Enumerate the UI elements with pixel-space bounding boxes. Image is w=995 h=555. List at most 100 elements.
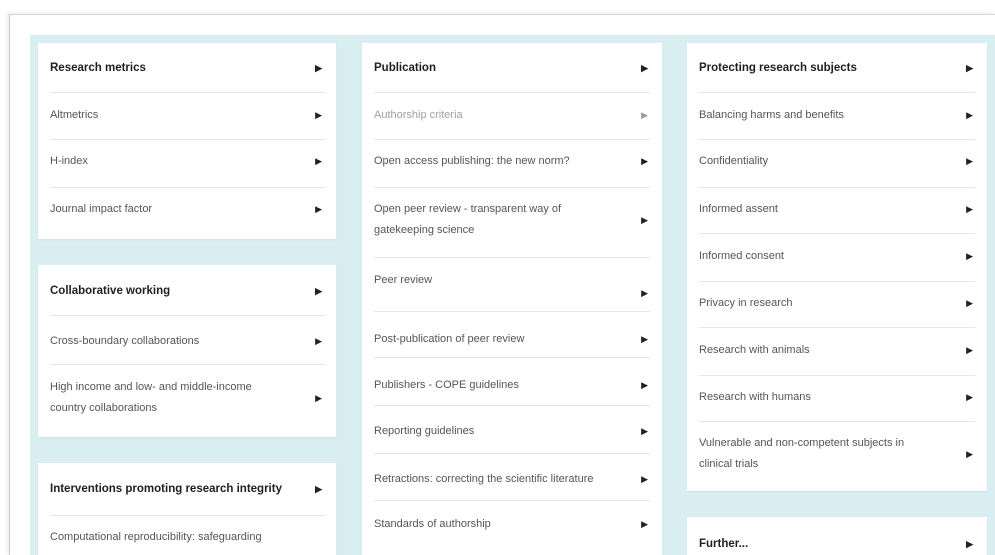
chevron-right-icon: ▶ xyxy=(315,484,322,494)
chevron-right-icon: ▶ xyxy=(641,334,648,344)
section-title: Interventions promoting research integri… xyxy=(50,483,282,495)
divider xyxy=(699,92,975,93)
divider xyxy=(699,375,975,376)
chevron-right-icon: ▶ xyxy=(966,110,973,120)
section-title: Further... xyxy=(699,538,749,550)
card-collaborative-working: Collaborative working ▶ Cross-boundary c… xyxy=(38,265,336,437)
link-label: Privacy in research xyxy=(699,297,793,309)
chevron-right-icon: ▶ xyxy=(641,474,648,484)
link-label: Open peer review - transparent way of ga… xyxy=(374,203,562,236)
link-cross-boundary-collaborations[interactable]: Cross-boundary collaborations ▶ xyxy=(38,330,336,352)
link-reporting-guidelines[interactable]: Reporting guidelines ▶ xyxy=(362,420,662,442)
divider xyxy=(699,139,975,140)
card-publication: Publication ▶ Authorship criteria ▶ Open… xyxy=(362,43,662,555)
link-label: H-index xyxy=(50,155,88,167)
card-further: Further... ▶ xyxy=(687,517,987,555)
section-title: Publication xyxy=(374,62,436,74)
link-label: Computational reproducibility: safeguard… xyxy=(50,531,262,543)
chevron-right-icon: ▶ xyxy=(315,63,322,73)
chevron-right-icon: ▶ xyxy=(966,539,973,549)
link-informed-consent[interactable]: Informed consent ▶ xyxy=(687,245,987,267)
chevron-right-icon: ▶ xyxy=(966,298,973,308)
link-label: Research with animals xyxy=(699,344,810,356)
link-country-collaborations[interactable]: High income and low- and middle-income c… xyxy=(38,373,336,423)
card-interventions: Interventions promoting research integri… xyxy=(38,463,336,555)
link-research-with-animals[interactable]: Research with animals ▶ xyxy=(687,339,987,361)
link-informed-assent[interactable]: Informed assent ▶ xyxy=(687,198,987,220)
chevron-right-icon: ▶ xyxy=(641,380,648,390)
chevron-right-icon: ▶ xyxy=(641,288,648,298)
divider xyxy=(50,315,324,316)
link-label: Publishers - COPE guidelines xyxy=(374,379,519,391)
page-frame: Research metrics ▶ Altmetrics ▶ H-index … xyxy=(9,14,995,555)
card-protecting-research-subjects: Protecting research subjects ▶ Balancing… xyxy=(687,43,987,491)
link-label: Informed assent xyxy=(699,203,778,215)
link-label: Altmetrics xyxy=(50,109,99,121)
link-label: Cross-boundary collaborations xyxy=(50,335,200,347)
link-retractions[interactable]: Retractions: correcting the scientific l… xyxy=(362,468,662,490)
link-h-index[interactable]: H-index ▶ xyxy=(38,150,336,172)
divider xyxy=(374,500,650,501)
divider xyxy=(374,453,650,454)
link-open-peer-review[interactable]: Open peer review - transparent way of ga… xyxy=(362,193,662,247)
divider xyxy=(699,187,975,188)
section-title: Protecting research subjects xyxy=(699,62,857,74)
link-balancing-harms[interactable]: Balancing harms and benefits ▶ xyxy=(687,104,987,126)
chevron-right-icon: ▶ xyxy=(641,63,648,73)
divider xyxy=(50,187,324,188)
link-publishers-cope[interactable]: Publishers - COPE guidelines ▶ xyxy=(362,374,662,396)
section-header-publication[interactable]: Publication ▶ xyxy=(362,57,662,79)
divider xyxy=(374,311,650,312)
link-standards-of-authorship[interactable]: Standards of authorship ▶ xyxy=(362,513,662,535)
chevron-right-icon: ▶ xyxy=(641,215,648,225)
divider xyxy=(699,281,975,282)
link-journal-impact-factor[interactable]: Journal impact factor ▶ xyxy=(38,198,336,220)
link-label: Journal impact factor xyxy=(50,203,153,215)
link-confidentiality[interactable]: Confidentiality ▶ xyxy=(687,150,987,172)
link-label: Authorship criteria xyxy=(374,109,463,121)
chevron-right-icon: ▶ xyxy=(966,251,973,261)
chevron-right-icon: ▶ xyxy=(966,204,973,214)
divider xyxy=(374,139,650,140)
divider xyxy=(699,421,975,422)
link-label: Open access publishing: the new norm? xyxy=(374,155,570,167)
link-label: High income and low- and middle-income c… xyxy=(50,381,252,414)
link-research-with-humans[interactable]: Research with humans ▶ xyxy=(687,386,987,408)
chevron-right-icon: ▶ xyxy=(315,286,322,296)
link-label: Research with humans xyxy=(699,391,811,403)
divider xyxy=(50,364,324,365)
section-header-research-metrics[interactable]: Research metrics ▶ xyxy=(38,57,336,79)
section-header-interventions[interactable]: Interventions promoting research integri… xyxy=(38,478,336,500)
section-title: Collaborative working xyxy=(50,285,171,297)
link-label: Informed consent xyxy=(699,250,784,262)
divider xyxy=(50,139,324,140)
link-post-publication[interactable]: Post-publication of peer review ▶ xyxy=(362,328,662,350)
divider xyxy=(50,515,324,516)
divider xyxy=(374,187,650,188)
link-label: Post-publication of peer review xyxy=(374,333,525,345)
chevron-right-icon: ▶ xyxy=(966,392,973,402)
chevron-right-icon: ▶ xyxy=(641,156,648,166)
section-header-further[interactable]: Further... ▶ xyxy=(687,533,987,555)
link-computational-reproducibility[interactable]: Computational reproducibility: safeguard… xyxy=(38,526,336,548)
chevron-right-icon: ▶ xyxy=(966,345,973,355)
link-label: Standards of authorship xyxy=(374,518,491,530)
section-header-collaborative-working[interactable]: Collaborative working ▶ xyxy=(38,280,336,302)
chevron-right-icon: ▶ xyxy=(315,156,322,166)
chevron-right-icon: ▶ xyxy=(315,336,322,346)
card-research-metrics: Research metrics ▶ Altmetrics ▶ H-index … xyxy=(38,43,336,239)
divider xyxy=(699,327,975,328)
section-header-protecting-research-subjects[interactable]: Protecting research subjects ▶ xyxy=(687,57,987,79)
link-vulnerable-subjects[interactable]: Vulnerable and non-competent subjects in… xyxy=(687,427,987,481)
link-privacy-in-research[interactable]: Privacy in research ▶ xyxy=(687,292,987,314)
chevron-right-icon: ▶ xyxy=(641,519,648,529)
chevron-right-icon: ▶ xyxy=(315,204,322,214)
chevron-right-icon: ▶ xyxy=(966,156,973,166)
link-label: Balancing harms and benefits xyxy=(699,109,844,121)
divider xyxy=(374,405,650,406)
link-open-access-publishing[interactable]: Open access publishing: the new norm? ▶ xyxy=(362,150,662,172)
link-altmetrics[interactable]: Altmetrics ▶ xyxy=(38,104,336,126)
link-authorship-criteria[interactable]: Authorship criteria ▶ xyxy=(362,104,662,126)
link-label: Reporting guidelines xyxy=(374,425,475,437)
link-peer-review[interactable]: Peer review ▶ xyxy=(362,269,662,317)
